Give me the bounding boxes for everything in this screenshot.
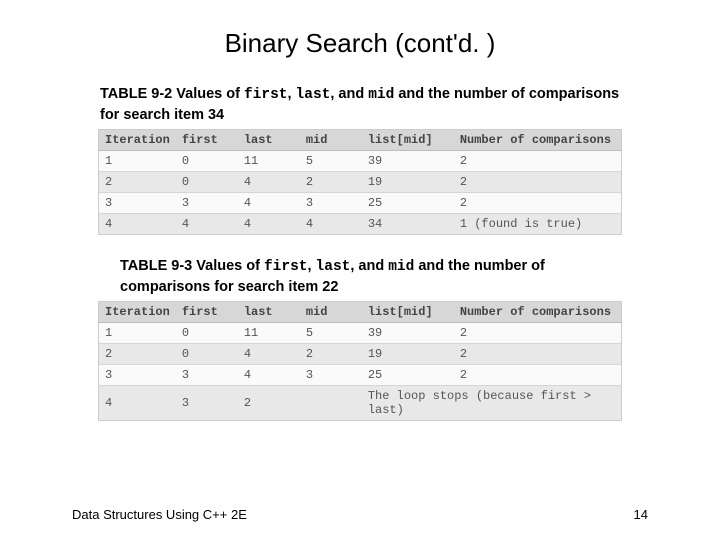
table-cell: 1 (99, 151, 176, 172)
table-cell: 3 (300, 193, 362, 214)
table-cell: 3 (176, 193, 238, 214)
caption-text: , (287, 86, 295, 102)
table-cell: 4 (238, 172, 300, 193)
table-cell: 1 (99, 323, 176, 344)
table-cell: 3 (176, 365, 238, 386)
table-cell: 19 (362, 344, 454, 365)
table-cell: 3 (300, 365, 362, 386)
footer: Data Structures Using C++ 2E 14 (72, 507, 648, 522)
caption-text: TABLE 9-3 Values of (120, 258, 264, 274)
table-cell: 25 (362, 193, 454, 214)
caption-text: , and (350, 258, 388, 274)
table-header-cell: first (176, 130, 238, 151)
code-last: last (296, 87, 331, 103)
table-cell: 3 (99, 193, 176, 214)
table2-caption: TABLE 9-3 Values of first, last, and mid… (120, 257, 620, 297)
table-cell: 11 (238, 323, 300, 344)
table-cell: 4 (238, 193, 300, 214)
table-header-cell: Iteration (99, 302, 176, 323)
table-row: 10115392 (99, 151, 622, 172)
table-header-cell: last (238, 302, 300, 323)
table-header-cell: last (238, 130, 300, 151)
caption-text: TABLE 9-2 Values of (100, 86, 244, 102)
table-cell: 0 (176, 344, 238, 365)
table-row: 3343252 (99, 193, 622, 214)
table-cell: 2 (99, 172, 176, 193)
table-cell: 4 (99, 214, 176, 235)
page-title: Binary Search (cont'd. ) (0, 28, 720, 59)
table-cell: 2 (454, 172, 622, 193)
table-header-row: Iterationfirstlastmidlist[mid]Number of … (99, 302, 622, 323)
table-cell: 2 (454, 151, 622, 172)
table-cell: 4 (238, 344, 300, 365)
table-cell: 2 (454, 323, 622, 344)
table-row: 4444341 (found is true) (99, 214, 622, 235)
table-cell: 39 (362, 323, 454, 344)
table-row: 10115392 (99, 323, 622, 344)
code-last: last (316, 259, 351, 275)
table-header-cell: mid (300, 302, 362, 323)
code-first: first (264, 259, 308, 275)
table-header-cell: Number of comparisons (454, 130, 622, 151)
table-cell (300, 386, 362, 421)
table-cell: 0 (176, 323, 238, 344)
table-header-cell: mid (300, 130, 362, 151)
code-first: first (244, 87, 288, 103)
table-cell: 19 (362, 172, 454, 193)
table-cell: 3 (99, 365, 176, 386)
table-cell: 4 (176, 214, 238, 235)
table-cell: 2 (454, 193, 622, 214)
table-cell: 11 (238, 151, 300, 172)
table-header-cell: Number of comparisons (454, 302, 622, 323)
table-row: 2042192 (99, 344, 622, 365)
table-cell: 2 (238, 386, 300, 421)
table-row: 432 The loop stops (because first > last) (99, 386, 622, 421)
table-cell: 2 (454, 365, 622, 386)
footer-left: Data Structures Using C++ 2E (72, 507, 247, 522)
table-cell: 4 (300, 214, 362, 235)
table-cell: 4 (238, 214, 300, 235)
table-cell: 1 (found is true) (454, 214, 622, 235)
table-cell: 5 (300, 323, 362, 344)
table-header-cell: list[mid] (362, 302, 454, 323)
table2: Iterationfirstlastmidlist[mid]Number of … (98, 301, 622, 421)
table-cell: 2 (99, 344, 176, 365)
table-row: 3343252 (99, 365, 622, 386)
table-cell: 2 (454, 344, 622, 365)
table-cell: 0 (176, 151, 238, 172)
table-header-cell: first (176, 302, 238, 323)
table-header-cell: list[mid] (362, 130, 454, 151)
table-cell: 4 (99, 386, 176, 421)
table-cell: 0 (176, 172, 238, 193)
table-cell: 3 (176, 386, 238, 421)
table-cell: 2 (300, 172, 362, 193)
table1-caption: TABLE 9-2 Values of first, last, and mid… (100, 85, 620, 125)
table-cell: 2 (300, 344, 362, 365)
footer-right: 14 (634, 507, 648, 522)
table1: Iterationfirstlastmidlist[mid]Number of … (98, 129, 622, 235)
caption-text: , and (330, 86, 368, 102)
table-cell: 34 (362, 214, 454, 235)
table-header-row: Iterationfirstlastmidlist[mid]Number of … (99, 130, 622, 151)
table-cell: 25 (362, 365, 454, 386)
code-mid: mid (368, 87, 394, 103)
table-cell: 39 (362, 151, 454, 172)
caption-text: , (307, 258, 315, 274)
code-mid: mid (388, 259, 414, 275)
table-row: 2042192 (99, 172, 622, 193)
table-cell: The loop stops (because first > last) (362, 386, 622, 421)
table-cell: 5 (300, 151, 362, 172)
table-cell: 4 (238, 365, 300, 386)
table-header-cell: Iteration (99, 130, 176, 151)
